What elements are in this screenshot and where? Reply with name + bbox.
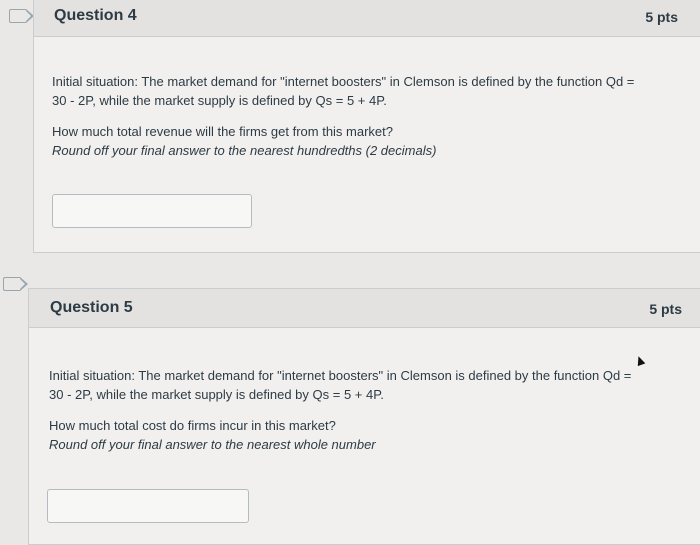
question-instruction: Round off your final answer to the neare…	[49, 437, 376, 452]
answer-input[interactable]	[47, 489, 249, 523]
question-text-line: 30 - 2P, while the market supply is defi…	[49, 387, 384, 402]
question-5-header: Question 5 5 pts	[29, 289, 700, 328]
question-4-body: Initial situation: The market demand for…	[52, 72, 692, 160]
question-prompt: How much total cost do firms incur in th…	[49, 418, 336, 433]
question-title: Question 4	[54, 7, 137, 24]
question-text-line: Initial situation: The market demand for…	[52, 74, 635, 89]
question-points: 5 pts	[649, 301, 682, 317]
question-instruction: Round off your final answer to the neare…	[52, 143, 437, 158]
question-4-card: Question 4 5 pts Initial situation: The …	[33, 0, 700, 253]
question-prompt: How much total revenue will the firms ge…	[52, 124, 394, 139]
flag-question-icon[interactable]	[3, 276, 28, 291]
flag-question-icon[interactable]	[9, 8, 34, 23]
question-title: Question 5	[50, 299, 133, 316]
answer-input[interactable]	[52, 194, 252, 228]
question-5-card: Question 5 5 pts Initial situation: The …	[28, 288, 700, 545]
question-text-line: 30 - 2P, while the market supply is defi…	[52, 93, 387, 108]
question-4-header: Question 4 5 pts	[34, 0, 700, 37]
question-5-body: Initial situation: The market demand for…	[49, 366, 694, 454]
question-points: 5 pts	[645, 9, 678, 25]
question-text-line: Initial situation: The market demand for…	[49, 368, 632, 383]
